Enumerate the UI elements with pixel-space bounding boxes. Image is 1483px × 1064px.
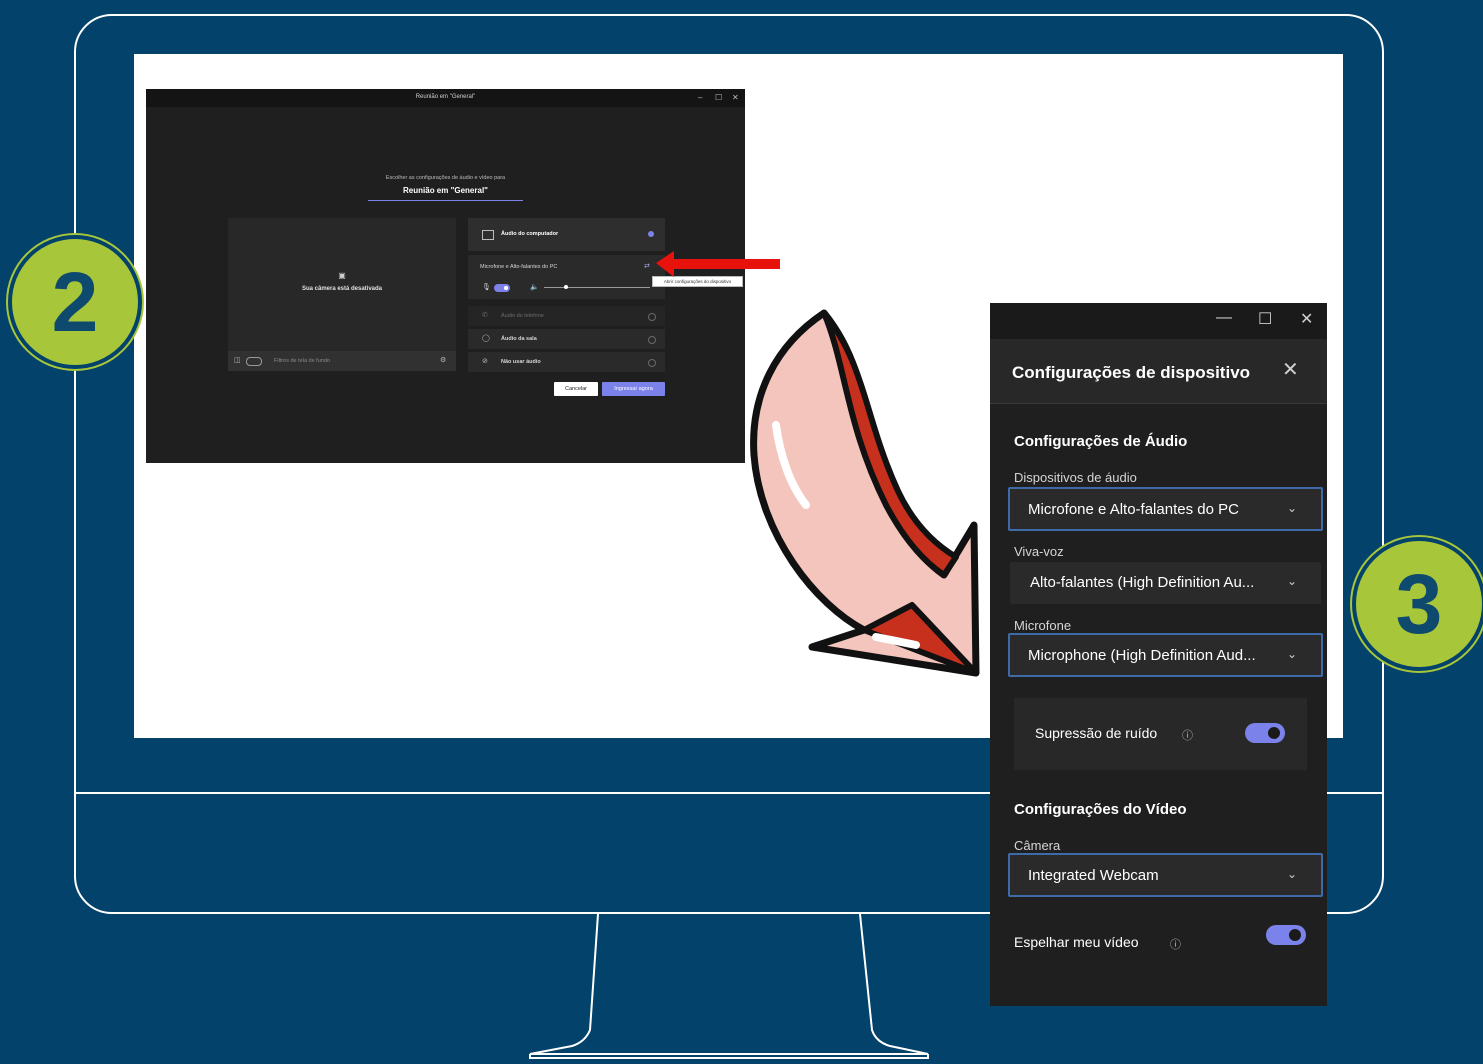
device-titlebar: — ☐ ✕ [990,303,1327,339]
microphone-dropdown[interactable]: Microphone (High Definition Aud... ⌄ [1008,633,1323,677]
step-badge-3: 3 [1352,537,1483,671]
volume-slider[interactable] [544,287,650,288]
noise-suppression-toggle[interactable] [1245,723,1285,743]
camera-off-icon: ▣ [338,271,346,280]
step-badge-2: 2 [8,235,142,369]
meeting-name: Reunião em "General" [368,186,523,201]
option-no-audio[interactable]: ⊘ Não usar áudio [468,352,665,372]
noise-suppression-card: Supressão de ruído ⓘ [1014,698,1307,770]
audio-devices-value: Microfone e Alto-falantes do PC [1028,501,1239,518]
device-settings-icon[interactable]: ⇄ [644,262,650,270]
device-settings-header: Configurações de dispositivo ✕ [990,339,1327,404]
radio-icon [648,359,656,367]
red-arrow-icon [656,251,780,277]
camera-dropdown[interactable]: Integrated Webcam ⌄ [1008,853,1323,897]
cancel-button[interactable]: Cancelar [554,382,598,396]
option-phone-audio[interactable]: ✆ Áudio do telefone [468,306,665,326]
speaker-icon: 🔈 [530,284,539,291]
info-icon[interactable]: ⓘ [1170,936,1181,952]
chevron-down-icon: ⌄ [1286,574,1297,588]
no-audio-label: Não usar áudio [501,359,541,365]
phone-audio-label: Áudio do telefone [501,313,544,319]
speaker-value: Alto-falantes (High Definition Au... [1030,574,1255,591]
maximize-button[interactable]: ☐ [1258,309,1272,329]
computer-icon [482,230,494,240]
speaker-label: Viva-voz [1014,544,1064,559]
mic-toggle[interactable] [494,284,510,292]
camera-preview: ▣ Sua câmera está desativada [228,218,456,371]
room-audio-label: Áudio da sala [501,336,537,342]
minimize-button[interactable]: — [1216,309,1232,327]
video-section-title: Configurações do Vídeo [1014,801,1187,818]
chevron-down-icon: ⌄ [1286,867,1297,881]
audio-devices-label: Dispositivos de áudio [1014,470,1137,485]
settings-gear-icon[interactable]: ⚙ [440,356,446,364]
camera-controls-bar: ◫ Filtros de tela de fundo ⚙ [228,351,456,371]
audio-devices-dropdown[interactable]: Microfone e Alto-falantes do PC ⌄ [1008,487,1323,531]
room-icon: ◯ [482,335,490,342]
chevron-down-icon: ⌄ [1286,647,1297,661]
curved-arrow-illustration [746,305,990,680]
close-button[interactable]: ✕ [1300,309,1313,329]
no-audio-icon: ⊘ [482,358,488,365]
volume-slider-thumb[interactable] [564,285,568,289]
device-settings-row: Microfone e Alto-falantes do PC ⇄ 🎙 🔈 [468,255,665,299]
teams-subtitle: Escolher as configurações de áudio e víd… [385,175,506,181]
camera-toggle[interactable] [246,357,262,366]
device-settings-title: Configurações de dispositivo [1012,363,1251,382]
camera-value: Integrated Webcam [1028,867,1159,884]
teams-titlebar: Reunião em "General" – ☐ ✕ [146,89,745,107]
mirror-video-toggle[interactable] [1266,925,1306,945]
close-icon[interactable]: ✕ [1282,357,1299,382]
radio-icon [648,313,656,321]
info-icon[interactable]: ⓘ [1182,727,1193,743]
speaker-dropdown[interactable]: Alto-falantes (High Definition Au... ⌄ [1010,562,1321,604]
phone-icon: ✆ [482,312,488,319]
chevron-down-icon: ⌄ [1286,501,1297,515]
curved-arrow-icon [750,309,980,677]
camera-icon: ◫ [234,357,241,364]
join-now-button[interactable]: Ingressar agora [602,382,665,396]
camera-label: Câmera [1014,838,1061,853]
option-computer-audio[interactable]: Áudio do computador [468,218,665,251]
computer-audio-label: Áudio do computador [501,231,559,237]
microphone-label: Microfone [1014,618,1072,633]
audio-section-title: Configurações de Áudio [1014,433,1188,450]
microphone-value: Microphone (High Definition Aud... [1028,647,1256,664]
teams-window-title: Reunião em "General" [415,94,476,100]
mic-icon: 🎙 [482,284,491,291]
selected-radio-icon [648,231,654,237]
camera-off-text: Sua câmera está desativada [301,286,383,292]
radio-icon [648,336,656,344]
device-name: Microfone e Alto-falantes do PC [480,264,558,270]
device-settings-panel: — ☐ ✕ Configurações de dispositivo ✕ Con… [990,303,1327,1006]
mirror-video-label: Espelhar meu vídeo [1014,934,1139,950]
minimize-button[interactable]: – [698,93,702,102]
option-room-audio[interactable]: ◯ Áudio da sala [468,329,665,349]
background-filters-link[interactable]: Filtros de tela de fundo [274,358,330,364]
maximize-button[interactable]: ☐ [715,93,722,102]
noise-suppression-label: Supressão de ruído [1035,725,1158,741]
close-button[interactable]: ✕ [732,93,739,102]
